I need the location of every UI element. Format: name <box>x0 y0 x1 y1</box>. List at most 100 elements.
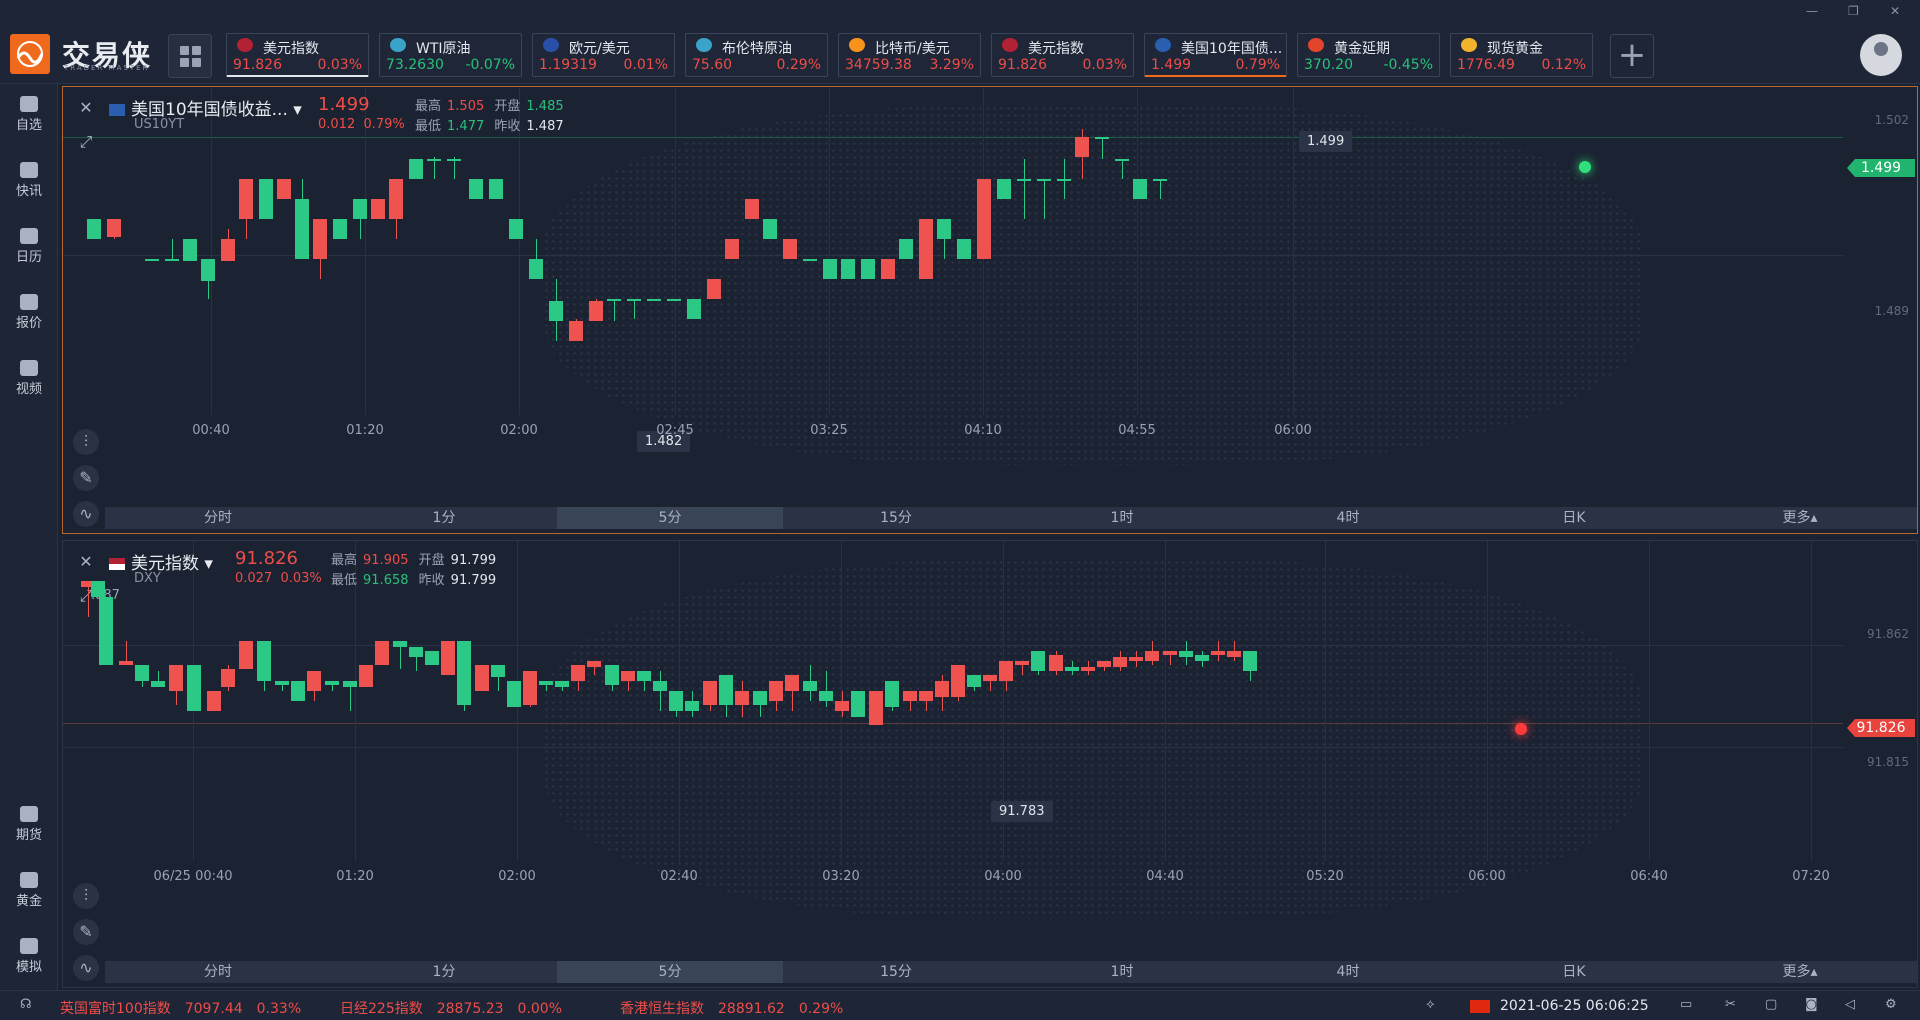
sidebar-item-video[interactable]: 视频 <box>0 348 58 408</box>
window-icon[interactable]: ▢ <box>1765 997 1777 1012</box>
candle <box>1113 651 1127 671</box>
chart-panel-us10y[interactable]: ✕ ⤢ ⫶ ✎ ∿ 美国10年国债收益... ▾ US10YT 1.499 0.… <box>62 86 1918 534</box>
x-axis-label: 02:40 <box>660 869 698 884</box>
timeframe-option[interactable]: 更多▴ <box>1687 961 1913 983</box>
symbol-tab[interactable]: 美国10年国债... 1.499 0.79% <box>1144 33 1287 77</box>
timeframe-option[interactable]: 分时 <box>105 961 331 983</box>
candle <box>409 159 423 179</box>
indicator-icon[interactable]: ⫶ <box>73 883 99 909</box>
timeframe-option[interactable]: 15分 <box>783 507 1009 529</box>
sidebar-item-simulate[interactable]: 模拟 <box>0 926 58 986</box>
tab-name: 现货黄金 <box>1487 41 1543 57</box>
minimize-button[interactable]: — <box>1806 4 1818 18</box>
x-axis-label: 02:00 <box>498 869 536 884</box>
price-line <box>63 137 1843 138</box>
symbol-tab[interactable]: 现货黄金 1776.49 0.12% <box>1450 33 1593 77</box>
timeframe-option[interactable]: 5分 <box>557 961 783 983</box>
timeframe-option[interactable]: 更多▴ <box>1687 507 1913 529</box>
candle <box>1049 651 1063 675</box>
tab-change: 3.29% <box>929 57 974 73</box>
footer-ticker[interactable]: 英国富时100指数 7097.44 0.33% <box>60 998 315 1018</box>
candle <box>1211 641 1225 661</box>
symbol-tab[interactable]: WTI原油 73.2630 -0.07% <box>379 33 522 77</box>
candle <box>999 661 1013 691</box>
candle <box>719 675 733 717</box>
timeframe-option[interactable]: 日K <box>1461 961 1687 983</box>
sidebar-item-futures[interactable]: 期货 <box>0 794 58 854</box>
candle <box>259 179 273 219</box>
close-panel-button[interactable]: ✕ <box>73 95 99 121</box>
layout-grid-button[interactable] <box>168 34 212 78</box>
price-line <box>63 255 1843 256</box>
symbol-tab[interactable]: 美元指数 91.826 0.03% <box>991 33 1134 77</box>
candle <box>753 691 767 717</box>
expand-icon[interactable]: ⤢ <box>73 129 99 155</box>
sidebar-item-calendar[interactable]: 日历 <box>0 216 58 276</box>
candle <box>937 219 951 259</box>
sidebar-item-watchlist[interactable]: 自选 <box>0 84 58 144</box>
chart-type-icon[interactable]: ∿ <box>73 501 99 527</box>
symbol-tab[interactable]: 美元指数 91.826 0.03% <box>226 33 369 77</box>
timeframe-option[interactable]: 1分 <box>331 507 557 529</box>
timeframe-option[interactable]: 5分 <box>557 507 783 529</box>
mute-icon[interactable]: ◁ <box>1845 997 1855 1012</box>
footer-ticker[interactable]: 日经225指数 28875.23 0.00% <box>340 998 576 1018</box>
tab-name: 美元指数 <box>263 41 319 57</box>
timeframe-option[interactable]: 15分 <box>783 961 1009 983</box>
settings-icon[interactable]: ⚙ <box>1885 997 1897 1012</box>
symbol-tab[interactable]: 黄金延期 370.20 -0.45% <box>1297 33 1440 77</box>
candle <box>539 681 553 691</box>
chart-panel-dxy[interactable]: ✕ ⤢ ⫶ ✎ ∿ 美元指数 ▾ DXY 91.826 0.027 0.03% … <box>62 540 1918 988</box>
timeframe-option[interactable]: 4时 <box>1235 507 1461 529</box>
ohlc-row-1: 最高 1.505 开盘 1.485 <box>415 99 564 114</box>
candle <box>307 671 321 701</box>
restore-button[interactable]: ❐ <box>1848 4 1859 18</box>
timeframe-option[interactable]: 1时 <box>1009 507 1235 529</box>
footer-ticker[interactable]: 香港恒生指数 28891.62 0.29% <box>620 998 857 1018</box>
candle <box>1115 159 1129 179</box>
user-avatar[interactable] <box>1860 34 1902 76</box>
add-tab-button[interactable]: + <box>1610 34 1654 78</box>
sidebar-item-quotes[interactable]: 报价 <box>0 282 58 342</box>
symbol-tab[interactable]: 布伦特原油 75.60 0.29% <box>685 33 828 77</box>
candle <box>1075 129 1089 179</box>
oil-icon <box>390 38 406 52</box>
candle <box>967 675 981 691</box>
sidebar-item-gold[interactable]: 黄金 <box>0 860 58 920</box>
candle <box>393 641 407 669</box>
candle <box>313 219 327 279</box>
symbol-tab[interactable]: 欧元/美元 1.19319 0.01% <box>532 33 675 77</box>
candle <box>957 239 971 259</box>
camera-icon[interactable]: ◙ <box>1805 997 1818 1012</box>
candle <box>555 681 569 691</box>
timeframe-option[interactable]: 日K <box>1461 507 1687 529</box>
grid-line <box>1487 541 1488 861</box>
chart-type-icon[interactable]: ∿ <box>73 955 99 981</box>
candle <box>343 681 357 711</box>
x-axis-label: 04:10 <box>964 423 1002 438</box>
headset-icon[interactable]: ☊ <box>20 997 32 1012</box>
timeframe-option[interactable]: 1分 <box>331 961 557 983</box>
gold-icon <box>1308 38 1324 52</box>
timeframe-option[interactable]: 分时 <box>105 507 331 529</box>
x-axis-label: 04:40 <box>1146 869 1184 884</box>
candle <box>803 259 817 261</box>
close-window-button[interactable]: ✕ <box>1890 4 1900 18</box>
pencil-icon[interactable]: ✎ <box>73 465 99 491</box>
candle <box>685 691 699 717</box>
close-panel-button[interactable]: ✕ <box>73 549 99 575</box>
candle <box>187 665 201 711</box>
screen-icon[interactable]: ▭ <box>1680 997 1692 1012</box>
candle <box>783 239 797 259</box>
candle <box>627 299 641 319</box>
us-flag-icon <box>1002 38 1018 52</box>
tab-price: 73.2630 <box>386 57 444 73</box>
symbol-tab[interactable]: 比特币/美元 34759.38 3.29% <box>838 33 981 77</box>
candle <box>469 179 483 199</box>
indicator-icon[interactable]: ⫶ <box>73 429 99 455</box>
tools-icon[interactable]: ✂ <box>1725 997 1736 1012</box>
timeframe-option[interactable]: 1时 <box>1009 961 1235 983</box>
pencil-icon[interactable]: ✎ <box>73 919 99 945</box>
sidebar-item-news[interactable]: 快讯 <box>0 150 58 210</box>
timeframe-option[interactable]: 4时 <box>1235 961 1461 983</box>
